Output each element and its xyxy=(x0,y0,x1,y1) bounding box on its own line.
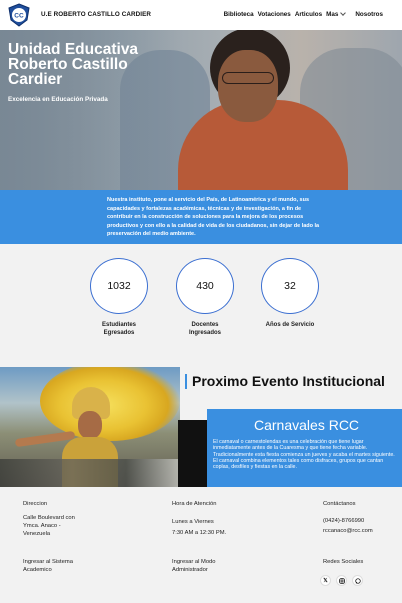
stat-graduates: 1032 Estudiantes Egresados xyxy=(90,258,148,337)
nav-item-votaciones[interactable]: Votaciones xyxy=(258,11,291,18)
hero-student-glasses xyxy=(222,72,274,84)
event-photo xyxy=(0,367,180,487)
footer-address-text: Calle Boulevard con Ymca. Anaco - Venezu… xyxy=(23,515,75,537)
stat-circle: 1032 xyxy=(90,258,148,314)
stat-years: 32 Años de Servicio xyxy=(261,258,319,329)
nav-item-mas-label: Mas xyxy=(326,11,339,18)
nav-item-mas[interactable]: Mas xyxy=(326,10,347,18)
logo-text: CC xyxy=(14,13,24,20)
mission-section: Nuestra instituto, pone al servicio del … xyxy=(0,190,402,244)
event-section-title: Proximo Evento Institucional xyxy=(185,374,385,389)
instagram-icon[interactable] xyxy=(336,575,347,586)
nav-item-nosotros[interactable]: Nosotros xyxy=(355,11,383,18)
stat-label: Años de Servicio xyxy=(265,322,315,328)
footer-phone[interactable]: (0424)-8766990 xyxy=(323,517,364,525)
hero-student-face xyxy=(218,50,278,122)
footer-hours-days: Lunes a Viernes xyxy=(172,519,214,525)
stat-circle: 430 xyxy=(176,258,234,314)
brand-name[interactable]: U.E ROBERTO CASTILLO CARDIER xyxy=(41,11,151,18)
login-admin-link[interactable]: Ingresar al Modo Administrador xyxy=(172,558,242,574)
parade-crowd xyxy=(0,459,180,487)
event-card: Carnavales RCC El carnaval o carnestolen… xyxy=(178,409,402,487)
top-nav: CC U.E ROBERTO CASTILLO CARDIER Bibliote… xyxy=(0,0,402,30)
footer-hours-time: 7:30 AM a 12:30 PM. xyxy=(172,530,227,536)
footer-address-title: Direccion xyxy=(23,501,48,507)
school-logo[interactable]: CC xyxy=(8,3,30,27)
hero-subtitle: Excelencia en Educación Privada xyxy=(8,96,108,103)
footer-email[interactable]: rccanaco@rcc.com xyxy=(323,527,373,535)
hero-title: Unidad Educativa Roberto Castillo Cardie… xyxy=(8,41,139,88)
event-name: Carnavales RCC xyxy=(254,417,360,433)
footer-contact-title: Contáctanos xyxy=(323,501,356,507)
whatsapp-icon[interactable] xyxy=(352,575,363,586)
event-description: El carnaval o carnestolendas es una cele… xyxy=(213,439,395,471)
mission-text: Nuestra instituto, pone al servicio del … xyxy=(107,197,320,238)
event-card-accent xyxy=(178,420,207,487)
stat-label: Estudiantes Egresados xyxy=(101,322,136,336)
chevron-down-icon xyxy=(340,10,347,16)
carnival-feathers xyxy=(40,367,180,441)
main-menu: Biblioteca Votaciones Articulos Mas Noso… xyxy=(224,10,383,18)
dancer-face xyxy=(78,411,102,439)
nav-item-biblioteca[interactable]: Biblioteca xyxy=(224,11,254,18)
x-icon[interactable]: 𝕏 xyxy=(320,575,331,586)
stat-teachers: 430 Docentes Ingresados xyxy=(176,258,234,337)
login-system-link[interactable]: Ingresar al Sistema Academico xyxy=(23,558,73,574)
stat-label: Docentes Ingresados xyxy=(188,322,221,336)
footer-hours-title: Hora de Atención xyxy=(172,501,217,507)
nav-item-articulos[interactable]: Articulos xyxy=(295,11,322,18)
footer-social-title: Redes Sociales xyxy=(323,559,364,565)
stat-circle: 32 xyxy=(261,258,319,314)
